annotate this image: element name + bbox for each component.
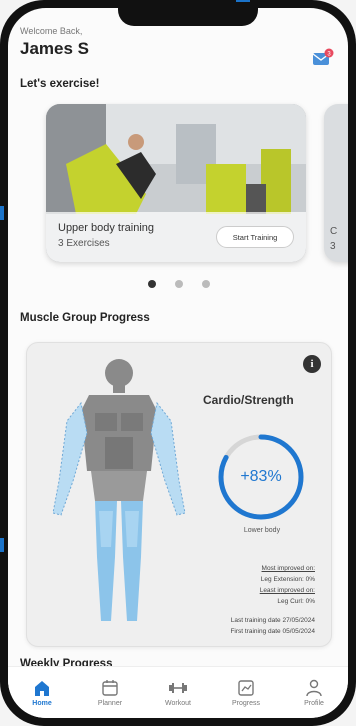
next-card-subtitle: 3 xyxy=(330,241,336,252)
info-icon[interactable]: i xyxy=(303,355,321,373)
carousel-dot[interactable] xyxy=(202,280,210,288)
start-training-button[interactable]: Start Training xyxy=(216,226,294,248)
calendar-icon xyxy=(102,680,118,696)
training-stats: Most improved on: Leg Extension: 0% Leas… xyxy=(230,563,315,637)
welcome-text: Welcome Back, xyxy=(20,26,83,36)
focus-area-label: Lower body xyxy=(243,527,281,534)
device-edge-accent xyxy=(0,206,4,220)
left-arm-shape xyxy=(52,401,88,516)
progress-percentage: +83% xyxy=(240,468,282,485)
workout-card[interactable]: Upper body training 3 Exercises Start Tr… xyxy=(46,104,306,262)
carousel-dot[interactable] xyxy=(175,280,183,288)
dumbbell-icon xyxy=(169,683,187,693)
nav-item-profile[interactable]: Profile xyxy=(284,679,344,707)
last-training-date: Last training date 27/05/2024 xyxy=(230,617,315,624)
nav-label: Planner xyxy=(97,700,123,707)
most-improved-value: Leg Extension: 0% xyxy=(260,576,315,583)
exercise-section-title: Let's exercise! xyxy=(20,78,100,90)
device-notch xyxy=(118,8,258,26)
nav-label: Workout xyxy=(165,700,191,707)
device-edge-accent xyxy=(236,0,250,2)
workout-exercise-count: 3 Exercises xyxy=(58,238,110,249)
user-name: James S xyxy=(20,39,89,58)
device-edge-accent xyxy=(0,538,4,552)
nav-item-planner[interactable]: Planner xyxy=(80,679,140,707)
first-training-date: First training date 05/05/2024 xyxy=(230,628,315,635)
carousel-dot[interactable] xyxy=(148,280,156,288)
phone-frame: Welcome Back, James S 3 Let's exercise! xyxy=(0,0,356,726)
next-card-text: C 3 xyxy=(330,224,337,254)
nav-item-progress[interactable]: Progress xyxy=(216,679,276,707)
next-card-title: C xyxy=(330,226,338,237)
person-icon xyxy=(306,679,322,697)
carousel-dots xyxy=(148,280,210,288)
nav-label: Progress xyxy=(231,700,260,707)
muscle-section-title: Muscle Group Progress xyxy=(20,312,150,324)
home-icon xyxy=(35,681,49,696)
cardio-strength-title: Cardio/Strength xyxy=(203,393,294,407)
head-shape xyxy=(105,359,133,387)
workout-card-info: Upper body training 3 Exercises Start Tr… xyxy=(46,212,306,262)
right-arm-shape xyxy=(150,401,186,516)
least-improved-value: Leg Curl: 0% xyxy=(277,598,315,605)
most-improved-title: Most improved on: xyxy=(261,565,315,572)
nav-label: Home xyxy=(32,700,52,707)
nav-label: Profile xyxy=(304,700,324,707)
app-screen: Welcome Back, James S 3 Let's exercise! xyxy=(8,8,348,718)
chart-icon xyxy=(238,680,254,696)
workout-title: Upper body training xyxy=(58,222,155,234)
bottom-nav: Home Planner Workout Progress Profile xyxy=(8,666,348,718)
least-improved-title: Least improved on: xyxy=(259,587,315,594)
mail-icon[interactable]: 3 xyxy=(312,48,334,66)
nav-item-workout[interactable]: Workout xyxy=(148,679,208,707)
muscle-map-figure xyxy=(52,359,186,621)
nav-item-home[interactable]: Home xyxy=(12,679,72,707)
workout-card-next[interactable]: C 3 xyxy=(324,104,348,262)
muscle-progress-card: i Cardio/Strength +83% Lower body Most i… xyxy=(26,342,332,647)
